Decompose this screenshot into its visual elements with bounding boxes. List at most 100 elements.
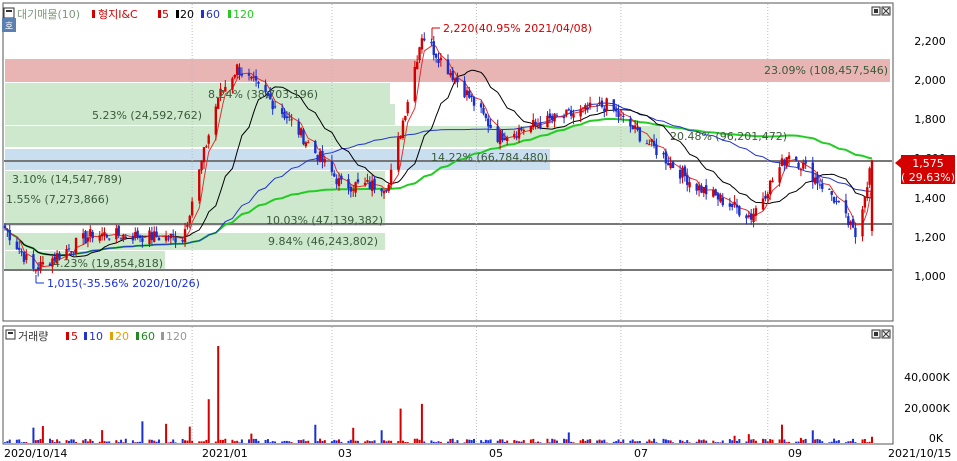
candle-body — [529, 125, 533, 133]
panel-menu-icon[interactable] — [5, 329, 16, 340]
volume-bar — [816, 438, 819, 443]
volume-bar — [655, 442, 658, 443]
volume-bar — [290, 442, 293, 443]
candle-body — [783, 159, 786, 166]
volume-bar — [335, 440, 338, 443]
y-tick: 1,200 — [914, 231, 946, 244]
supply-band-label: 9.84% (46,243,802) — [268, 235, 378, 248]
candle-body — [697, 185, 701, 191]
candle-body — [323, 159, 326, 163]
candle-body — [363, 182, 367, 185]
candle-body — [252, 76, 255, 78]
candle-body — [307, 142, 310, 144]
volume-bar — [868, 441, 871, 443]
volume-bar — [390, 440, 393, 443]
volume-bar — [555, 440, 558, 443]
volume-bar — [271, 441, 274, 443]
candle-body — [169, 233, 173, 239]
candle-body — [617, 110, 620, 118]
candle-body — [496, 126, 499, 142]
candle-body — [456, 77, 459, 83]
candle-body — [851, 219, 855, 228]
volume-bar — [51, 439, 54, 443]
volume-bar — [863, 439, 866, 443]
x-tick: 2021/10/15 — [888, 447, 951, 460]
volume-bar — [754, 440, 757, 443]
volume-bar — [75, 442, 78, 443]
supply-title: 대기매물(10) — [17, 8, 80, 21]
candle-body — [404, 115, 407, 121]
candle-body — [735, 204, 739, 208]
volume-bar — [188, 426, 191, 443]
candle-body — [714, 189, 717, 196]
candle-body — [700, 185, 703, 193]
volume-bar — [522, 440, 525, 443]
volume-bar — [330, 441, 333, 443]
volume-bar — [615, 441, 618, 443]
candle-body — [18, 247, 21, 250]
supply-band — [5, 126, 660, 147]
volume-bar — [714, 442, 717, 443]
volume-bar — [214, 441, 217, 443]
volume-bar — [506, 440, 509, 443]
candle-body — [380, 188, 383, 192]
volume-bar — [837, 440, 840, 443]
candle-body — [501, 133, 504, 141]
candle-body — [631, 125, 634, 130]
y-tick: 1,000 — [914, 270, 946, 283]
candle-body — [832, 197, 836, 203]
candle-body — [546, 115, 549, 128]
panel-menu-icon[interactable] — [3, 7, 15, 19]
volume-bar — [667, 440, 670, 443]
volume-bar — [766, 441, 769, 443]
volume-bar — [281, 441, 284, 443]
volume-bar — [520, 441, 523, 443]
candle-body — [771, 180, 774, 183]
candle-body — [283, 112, 286, 119]
candle-body — [257, 82, 260, 84]
volume-bar — [603, 439, 606, 443]
candle-body — [420, 38, 424, 50]
volume-bar — [122, 442, 125, 443]
volume-bar — [451, 438, 454, 443]
y-tick: 20,000K — [904, 402, 950, 415]
volume-bar — [387, 440, 390, 443]
volume-bar — [37, 439, 40, 443]
candle-body — [652, 140, 656, 146]
volume-bar — [529, 439, 532, 443]
volume-bar — [762, 438, 765, 443]
candle-body — [866, 187, 869, 198]
candle-body — [553, 113, 556, 122]
candle-body — [174, 237, 177, 243]
legend-vma120: 120 — [166, 330, 187, 343]
candle-body — [555, 115, 559, 117]
legend-vma60: 60 — [141, 330, 155, 343]
volume-bar — [821, 441, 824, 443]
candle-body — [67, 248, 71, 250]
candle-body — [513, 133, 516, 138]
candle-body — [835, 201, 838, 203]
volume-bar — [219, 439, 222, 443]
candle-body — [86, 237, 90, 242]
candle-body — [520, 128, 523, 130]
volume-bar — [612, 441, 615, 443]
candle-body — [138, 236, 142, 239]
volume-bar — [795, 441, 798, 443]
candle-body — [418, 47, 421, 61]
volume-bar — [224, 438, 227, 443]
candle-body — [749, 213, 753, 220]
volume-bar — [84, 438, 87, 443]
candle-body — [645, 143, 649, 145]
candle-body — [167, 238, 170, 240]
volume-bar — [333, 439, 336, 443]
candle-body — [202, 147, 206, 163]
candle-body — [794, 156, 798, 161]
volume-bar — [233, 441, 236, 443]
volume-bar — [456, 440, 459, 443]
volume-bar — [596, 440, 599, 443]
volume-bar — [124, 438, 127, 443]
candle-body — [780, 158, 784, 166]
volume-bar — [4, 442, 6, 443]
volume-bar — [797, 441, 800, 443]
legend-ma20: 20 — [180, 8, 194, 21]
